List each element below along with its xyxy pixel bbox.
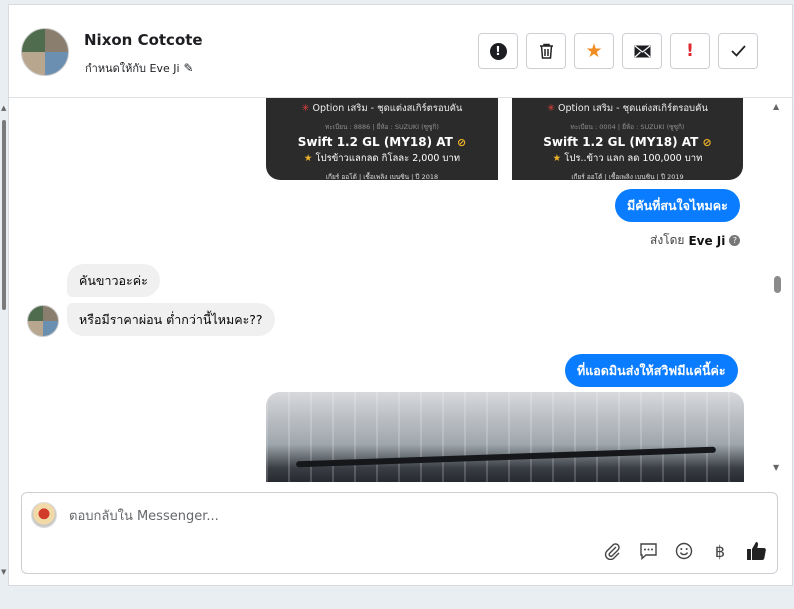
baht-icon: ฿ xyxy=(714,541,726,561)
reply-composer: ฿ xyxy=(21,492,778,574)
smiley-icon xyxy=(675,542,693,560)
message-thread[interactable]: ✳ Option เสริม - ชุดแต่งสเกิร์ตรอบคัน ทะเ… xyxy=(9,98,793,482)
trash-icon xyxy=(539,43,553,59)
important-button[interactable]: ! xyxy=(670,33,710,69)
left-scrollbar[interactable]: ▲ ▼ xyxy=(0,100,8,580)
exclamation-circle-icon: ! xyxy=(489,42,507,60)
my-avatar xyxy=(31,502,57,528)
attach-button[interactable] xyxy=(601,540,623,562)
star-icon: ★ xyxy=(585,40,603,62)
card-model: Swift 1.2 GL (MY18) AT xyxy=(543,135,699,149)
card-spec: ทะเบียน : 8886 | ยี่ห้อ : SUZUKI (ซูซูกิ… xyxy=(325,123,439,131)
incoming-message[interactable]: หรือมีราคาผ่อน ต่ำกว่านี้ไหมคะ?? xyxy=(67,303,275,336)
report-button[interactable]: ! xyxy=(478,33,518,69)
card-option: Option เสริม - ชุดแต่งสเกิร์ตรอบคัน xyxy=(312,103,463,114)
like-button[interactable] xyxy=(745,540,767,562)
sent-by-name: Eve Ji xyxy=(688,233,726,248)
left-scrollbar-thumb[interactable] xyxy=(2,120,6,310)
exclamation-icon: ! xyxy=(686,41,694,61)
composer-tools: ฿ xyxy=(601,540,767,562)
conversation-header: Nixon Cotcote กำหนดให้กับ Eve Ji ✎ ! ★ ! xyxy=(9,4,793,98)
outgoing-message[interactable]: มีคันที่สนใจไหมคะ xyxy=(615,189,740,222)
card-footer: เกียร์ ออโต้ | เชื้อเพลิง เบนซิน | ปี 20… xyxy=(571,173,684,180)
scroll-up-arrow-icon[interactable]: ▲ xyxy=(773,102,779,111)
checkmark-icon xyxy=(730,45,746,57)
scroll-down-arrow-icon[interactable]: ▼ xyxy=(1,568,6,576)
scroll-down-arrow-icon[interactable]: ▼ xyxy=(773,463,779,472)
mark-unread-button[interactable] xyxy=(622,33,662,69)
star-icon: ★ xyxy=(303,153,313,164)
reply-input[interactable] xyxy=(69,506,669,526)
help-icon[interactable]: ? xyxy=(729,235,741,246)
thread-scrollbar[interactable]: ▲ ▼ xyxy=(772,98,784,482)
car-card[interactable]: ✳ Option เสริม - ชุดแต่งสเกิร์ตรอบคัน ทะเ… xyxy=(512,98,743,180)
thread-scrollbar-thumb[interactable] xyxy=(774,276,781,293)
asterisk-icon: ✳ xyxy=(301,103,310,114)
pencil-icon[interactable]: ✎ xyxy=(184,61,194,75)
paperclip-icon xyxy=(604,543,620,560)
card-option: Option เสริม - ชุดแต่งสเกิร์ตรอบคัน xyxy=(558,103,708,114)
thumbs-up-icon xyxy=(746,542,766,560)
card-model: Swift 1.2 GL (MY18) AT xyxy=(297,135,453,149)
asterisk-icon: ✳ xyxy=(547,103,556,114)
assignee[interactable]: กำหนดให้กับ Eve Ji ✎ xyxy=(85,59,194,77)
card-promo: โปรข้าวแลกลด กิโลละ 2,000 บาท xyxy=(315,153,461,164)
sent-by-prefix: ส่งโดย xyxy=(650,233,685,247)
verified-icon: ⊘ xyxy=(457,136,467,149)
star-button[interactable]: ★ xyxy=(574,33,614,69)
speech-bubble-icon xyxy=(639,543,657,560)
header-actions: ! ★ ! xyxy=(478,33,758,69)
emoji-button[interactable] xyxy=(673,540,695,562)
done-button[interactable] xyxy=(718,33,758,69)
outgoing-message[interactable]: ที่แอดมินส่งให้สวิฟมีแค่นี้ค่ะ xyxy=(565,354,738,387)
scroll-up-arrow-icon[interactable]: ▲ xyxy=(1,104,6,112)
delete-button[interactable] xyxy=(526,33,566,69)
incoming-message[interactable]: คันขาวอะค่ะ xyxy=(67,264,160,297)
envelope-icon xyxy=(634,45,650,57)
verified-icon: ⊘ xyxy=(702,136,712,149)
assignee-label: กำหนดให้กับ Eve Ji xyxy=(85,62,180,75)
car-card[interactable]: ✳ Option เสริม - ชุดแต่งสเกิร์ตรอบคัน ทะเ… xyxy=(266,98,498,180)
contact-avatar[interactable] xyxy=(21,28,69,76)
card-footer: เกียร์ ออโต้ | เชื้อเพลิง เบนซิน | ปี 20… xyxy=(325,173,439,180)
contact-name[interactable]: Nixon Cotcote xyxy=(84,31,203,49)
payment-button[interactable]: ฿ xyxy=(709,540,731,562)
card-promo: โปร..ข้าว แลก ลด 100,000 บาท xyxy=(564,153,703,164)
star-icon: ★ xyxy=(552,153,562,164)
saved-replies-button[interactable] xyxy=(637,540,659,562)
card-spec: ทะเบียน : 0004 | ยี่ห้อ : SUZUKI (ซูซูกิ… xyxy=(570,123,685,131)
sent-by: ส่งโดย Eve Ji ? xyxy=(650,231,741,250)
car-photo[interactable] xyxy=(266,392,744,482)
contact-avatar-small[interactable] xyxy=(27,305,59,337)
